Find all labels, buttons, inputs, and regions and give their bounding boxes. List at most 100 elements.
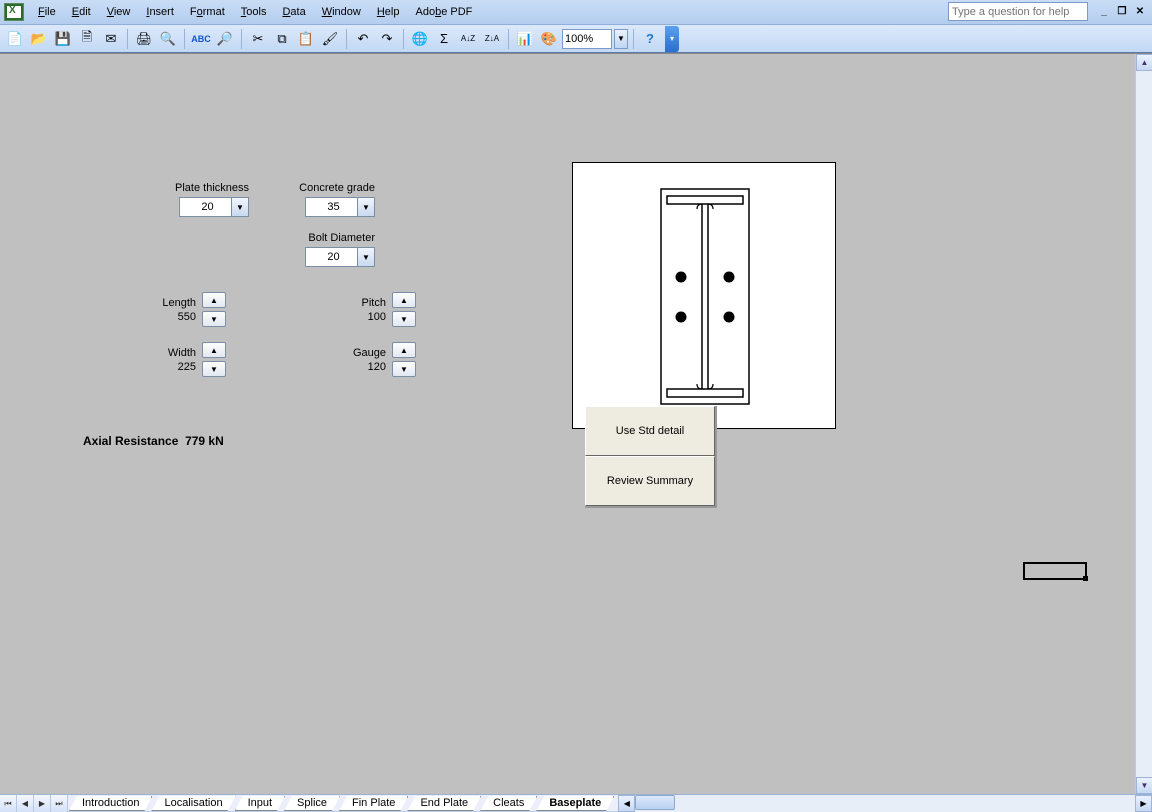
menu-tools[interactable]: Tools	[233, 2, 275, 22]
length-up-button[interactable]: ▲	[202, 292, 226, 308]
format-painter-icon[interactable]: 🖌	[319, 28, 341, 50]
save-icon[interactable]: 💾	[52, 28, 74, 50]
sheet-tab-splice[interactable]: Splice	[284, 796, 340, 811]
axial-resistance-value: 779 kN	[185, 434, 224, 448]
toolbar-separator	[508, 29, 509, 49]
help-search-input[interactable]	[948, 2, 1088, 21]
drawing-icon[interactable]: 🎨	[538, 28, 560, 50]
zoom-dropdown-button[interactable]: ▼	[614, 29, 628, 49]
vertical-scrollbar[interactable]: ▲ ▼	[1135, 54, 1152, 794]
width-value: 225	[140, 360, 196, 374]
sheet-tab-cleats[interactable]: Cleats	[480, 796, 537, 811]
autosum-icon[interactable]: Σ	[433, 28, 455, 50]
chart-wizard-icon[interactable]: 📊	[514, 28, 536, 50]
paste-icon[interactable]: 📋	[295, 28, 317, 50]
toolbar-separator	[633, 29, 634, 49]
dropdown-icon[interactable]: ▼	[357, 248, 374, 266]
plate-thickness-label: Plate thickness	[163, 182, 249, 194]
pitch-up-button[interactable]: ▲	[392, 292, 416, 308]
h-scroll-thumb[interactable]	[635, 795, 675, 810]
sort-asc-icon[interactable]: A↓Z	[457, 28, 479, 50]
width-down-button[interactable]: ▼	[202, 361, 226, 377]
email-icon[interactable]: ✉	[100, 28, 122, 50]
sheet-tab-baseplate[interactable]: Baseplate	[536, 796, 614, 811]
gauge-up-button[interactable]: ▲	[392, 342, 416, 358]
research-icon[interactable]: 🔎	[214, 28, 236, 50]
zoom-value: 100%	[565, 33, 593, 45]
menu-view[interactable]: View	[99, 2, 139, 22]
concrete-grade-combo[interactable]: 35 ▼	[305, 197, 375, 217]
redo-icon[interactable]: ↷	[376, 28, 398, 50]
tab-nav-prev[interactable]: ◀	[17, 795, 34, 812]
menu-file[interactable]: File	[30, 2, 64, 22]
open-icon[interactable]: 📂	[28, 28, 50, 50]
worksheet-area: Plate thickness 20 ▼ Concrete grade 35 ▼…	[0, 53, 1152, 794]
toolbar-separator	[127, 29, 128, 49]
gauge-value: 120	[330, 360, 386, 374]
pitch-label: Pitch	[330, 296, 386, 310]
sort-desc-icon[interactable]: Z↓A	[481, 28, 503, 50]
menu-format[interactable]: Format	[182, 2, 233, 22]
pitch-down-button[interactable]: ▼	[392, 311, 416, 327]
permission-icon[interactable]: 🗎	[76, 28, 98, 50]
width-label: Width	[140, 346, 196, 360]
baseplate-diagram	[572, 162, 836, 429]
review-summary-label: Review Summary	[607, 475, 693, 487]
tab-nav-last[interactable]: ⏭	[51, 795, 68, 812]
sheet-tab-introduction[interactable]: Introduction	[69, 796, 152, 811]
menu-data[interactable]: Data	[274, 2, 313, 22]
active-cell-cursor[interactable]	[1023, 562, 1087, 580]
tab-nav-first[interactable]: ⏮	[0, 795, 17, 812]
toolbar-separator	[403, 29, 404, 49]
review-summary-button[interactable]: Review Summary	[585, 456, 715, 506]
restore-button[interactable]: ❐	[1114, 4, 1130, 18]
help-icon[interactable]: ?	[639, 28, 661, 50]
use-std-detail-button[interactable]: Use Std detail	[585, 406, 715, 456]
concrete-grade-label: Concrete grade	[293, 182, 375, 194]
scroll-down-button[interactable]: ▼	[1136, 777, 1152, 794]
menu-insert[interactable]: Insert	[138, 2, 182, 22]
sheet-tab-strip: ⏮ ◀ ▶ ⏭ Introduction Localisation Input …	[0, 794, 1152, 811]
spelling-icon[interactable]: ABC	[190, 28, 212, 50]
print-icon[interactable]: 🖨	[133, 28, 155, 50]
gauge-down-button[interactable]: ▼	[392, 361, 416, 377]
length-down-button[interactable]: ▼	[202, 311, 226, 327]
scroll-up-button[interactable]: ▲	[1136, 54, 1152, 71]
plate-thickness-combo[interactable]: 20 ▼	[179, 197, 249, 217]
axial-resistance-label: Axial Resistance	[83, 434, 178, 448]
sheet-tab-end-plate[interactable]: End Plate	[407, 796, 481, 811]
dropdown-icon[interactable]: ▼	[231, 198, 248, 216]
dropdown-icon[interactable]: ▼	[357, 198, 374, 216]
undo-icon[interactable]: ↶	[352, 28, 374, 50]
toolbar-separator	[346, 29, 347, 49]
menu-window[interactable]: Window	[314, 2, 369, 22]
menu-edit[interactable]: Edit	[64, 2, 99, 22]
width-up-button[interactable]: ▲	[202, 342, 226, 358]
copy-icon[interactable]: ⧉	[271, 28, 293, 50]
bolt-diameter-label: Bolt Diameter	[305, 232, 375, 244]
zoom-input[interactable]: 100%	[562, 29, 612, 49]
h-scroll-track[interactable]	[635, 795, 1135, 812]
bolt-diameter-value: 20	[306, 251, 357, 263]
close-button[interactable]: ✕	[1132, 4, 1148, 18]
print-preview-icon[interactable]: 🔍	[157, 28, 179, 50]
hyperlink-icon[interactable]: 🌐	[409, 28, 431, 50]
bolt-diameter-combo[interactable]: 20 ▼	[305, 247, 375, 267]
gauge-label: Gauge	[330, 346, 386, 360]
standard-toolbar: 📄 📂 💾 🗎 ✉ 🖨 🔍 ABC 🔎 ✂ ⧉ 📋 🖌 ↶ ↷ 🌐 Σ A↓Z …	[0, 25, 1152, 53]
sheet-tab-localisation[interactable]: Localisation	[151, 796, 235, 811]
scroll-left-button[interactable]: ◀	[618, 795, 635, 812]
menu-adobe-pdf[interactable]: Adobe PDF	[407, 2, 480, 22]
excel-app-icon	[4, 3, 24, 21]
horizontal-scrollbar[interactable]: ◀ ▶	[618, 795, 1152, 811]
length-value: 550	[140, 310, 196, 324]
menu-help[interactable]: Help	[369, 2, 408, 22]
minimize-button[interactable]: _	[1096, 4, 1112, 18]
sheet-tab-input[interactable]: Input	[235, 796, 285, 811]
cut-icon[interactable]: ✂	[247, 28, 269, 50]
tab-nav-next[interactable]: ▶	[34, 795, 51, 812]
new-icon[interactable]: 📄	[4, 28, 26, 50]
scroll-right-button[interactable]: ▶	[1135, 795, 1152, 812]
sheet-tab-fin-plate[interactable]: Fin Plate	[339, 796, 408, 811]
toolbar-options-icon[interactable]: ▾	[665, 26, 679, 52]
